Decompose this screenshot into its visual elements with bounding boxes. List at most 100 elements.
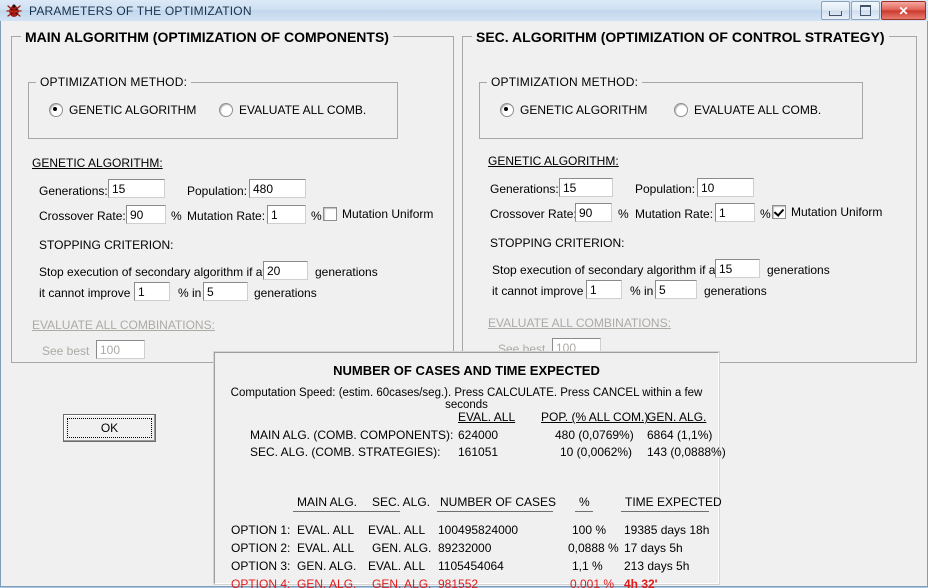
checkbox-box-icon [772,205,786,219]
main-algorithm-legend: MAIN ALGORITHM (OPTIMIZATION OF COMPONEN… [21,29,393,45]
options-header-percent: % [579,495,590,509]
sec-radio-evaluate-all[interactable]: EVALUATE ALL COMB. [674,103,821,117]
dialog-client-area: MAIN ALGORITHM (OPTIMIZATION OF COMPONEN… [0,21,928,588]
sec-radio-genetic-algorithm[interactable]: GENETIC ALGORITHM [500,103,647,117]
cases-and-time-panel: NUMBER OF CASES AND TIME EXPECTED Comput… [214,352,726,588]
window-title: PARAMETERS OF THE OPTIMIZATION [29,3,252,18]
option-2-sec: GEN. ALG. [372,541,432,555]
checkbox-box-icon [323,207,337,221]
option-2-percent: 0,0888 % [568,541,619,555]
option-1-percent: 100 % [572,523,607,537]
sec-crossover-input[interactable] [575,203,612,222]
main-radio-genetic-algorithm-label: GENETIC ALGORITHM [69,103,197,117]
sec-improve-text-3: generations [704,284,767,298]
sec-stop-generations-input[interactable] [715,259,760,278]
radio-dot-icon [219,103,233,117]
option-4-sec: GEN. ALG. [372,577,432,588]
title-bar: PARAMETERS OF THE OPTIMIZATION ✕ [0,0,928,21]
radio-dot-icon [674,103,688,117]
main-radio-evaluate-all[interactable]: EVALUATE ALL COMB. [219,103,366,117]
main-crossover-percent-label: % [171,209,182,223]
sec-population-input[interactable] [697,178,754,197]
main-algorithm-group: MAIN ALGORITHM (OPTIMIZATION OF COMPONEN… [11,29,454,363]
sec-mutation-percent-label: % [760,207,771,221]
option-3-main: GEN. ALG. [297,559,357,573]
main-stop-text-2: generations [315,265,378,279]
sec-improve-text-2: % in [630,284,654,298]
main-improve-text-2: % in [178,286,202,300]
main-mutation-percent-label: % [311,209,322,223]
sec-generations-input[interactable] [559,178,613,197]
sec-stop-text-1: Stop execution of secondary algorithm if… [492,263,733,277]
option-3-cases: 1105454064 [438,559,504,573]
main-mutation-input[interactable] [267,205,306,224]
option-3-sec: EVAL. ALL [368,559,426,573]
option-4-label: OPTION 4: [231,577,291,588]
main-improve-generations-input[interactable] [203,282,248,301]
sec-improve-percent-input[interactable] [586,280,622,299]
close-button[interactable]: ✕ [881,1,926,20]
main-improve-percent-input[interactable] [134,282,170,301]
main-mutation-uniform-label: Mutation Uniform [342,207,434,221]
main-improve-text-1: it cannot improve [39,286,131,300]
option-1-time: 19385 days 18h [624,523,710,537]
main-improve-text-3: generations [254,286,317,300]
sec-mutation-input[interactable] [715,203,755,222]
option-3-time: 213 days 5h [624,559,690,573]
main-population-input[interactable] [249,179,306,198]
main-crossover-input[interactable] [126,205,166,224]
bug-icon [5,3,23,19]
sec-mutation-uniform-checkbox[interactable]: Mutation Uniform [772,205,882,219]
sec-mutation-uniform-label: Mutation Uniform [791,205,883,219]
option-3-label: OPTION 3: [231,559,291,573]
sec-eval-all-header: EVALUATE ALL COMBINATIONS: [488,316,671,330]
option-1-sec: EVAL. ALL [368,523,426,537]
window-controls: ✕ [821,1,926,20]
option-2-main: EVAL. ALL [297,541,355,555]
sec-stop-text-2: generations [767,263,830,277]
sec-mutation-label: Mutation Rate: [635,207,714,221]
main-optimization-method-group: OPTIMIZATION METHOD: GENETIC ALGORITHM E… [28,75,398,139]
option-2-label: OPTION 2: [231,541,291,555]
option-1-main: EVAL. ALL [297,523,355,537]
radio-dot-icon [49,103,63,117]
radio-dot-icon [500,103,514,117]
options-header-sec-alg: SEC. ALG. [372,495,431,509]
main-generations-input[interactable] [108,179,165,198]
sec-crossover-label: Crossover Rate: [490,207,577,221]
option-3-percent: 1,1 % [572,559,603,573]
option-4-cases: 981552 [438,577,479,588]
ok-button-label: OK [67,418,152,438]
main-radio-evaluate-all-label: EVALUATE ALL COMB. [239,103,367,117]
options-header-rule-3 [575,511,593,512]
option-2-time: 17 days 5h [624,541,683,555]
main-crossover-label: Crossover Rate: [39,209,126,223]
main-stop-text-1: Stop execution of secondary algorithm if… [39,265,280,279]
sec-algorithm-legend: SEC. ALGORITHM (OPTIMIZATION OF CONTROL … [472,29,889,45]
options-header-number-of-cases: NUMBER OF CASES [440,495,557,509]
option-1-cases: 100495824000 [438,523,519,537]
sec-population-label: Population: [635,182,696,196]
options-header-rule-2 [437,511,553,512]
options-table: MAIN ALG. SEC. ALG. NUMBER OF CASES % TI… [215,353,722,588]
main-mutation-label: Mutation Rate: [187,209,266,223]
options-header-main-alg: MAIN ALG. [297,495,358,509]
ok-button[interactable]: OK [63,414,156,442]
sec-radio-genetic-algorithm-label: GENETIC ALGORITHM [520,103,648,117]
main-see-best-input[interactable] [96,340,145,359]
option-4-percent: 0,001 % [570,577,615,588]
maximize-icon [860,5,871,16]
main-see-best-label: See best [42,344,90,358]
application-window: PARAMETERS OF THE OPTIMIZATION ✕ MAIN AL… [0,0,928,588]
main-stopping-header: STOPPING CRITERION: [39,238,174,252]
sec-algorithm-group: SEC. ALGORITHM (OPTIMIZATION OF CONTROL … [462,29,917,363]
sec-stopping-header: STOPPING CRITERION: [490,236,625,250]
main-stop-generations-input[interactable] [263,261,308,280]
main-mutation-uniform-checkbox[interactable]: Mutation Uniform [323,207,433,221]
main-radio-genetic-algorithm[interactable]: GENETIC ALGORITHM [49,103,196,117]
maximize-button[interactable] [851,1,880,20]
main-population-label: Population: [187,184,248,198]
sec-improve-generations-input[interactable] [655,280,697,299]
sec-optimization-method-legend: OPTIMIZATION METHOD: [487,75,643,89]
minimize-button[interactable] [821,1,850,20]
